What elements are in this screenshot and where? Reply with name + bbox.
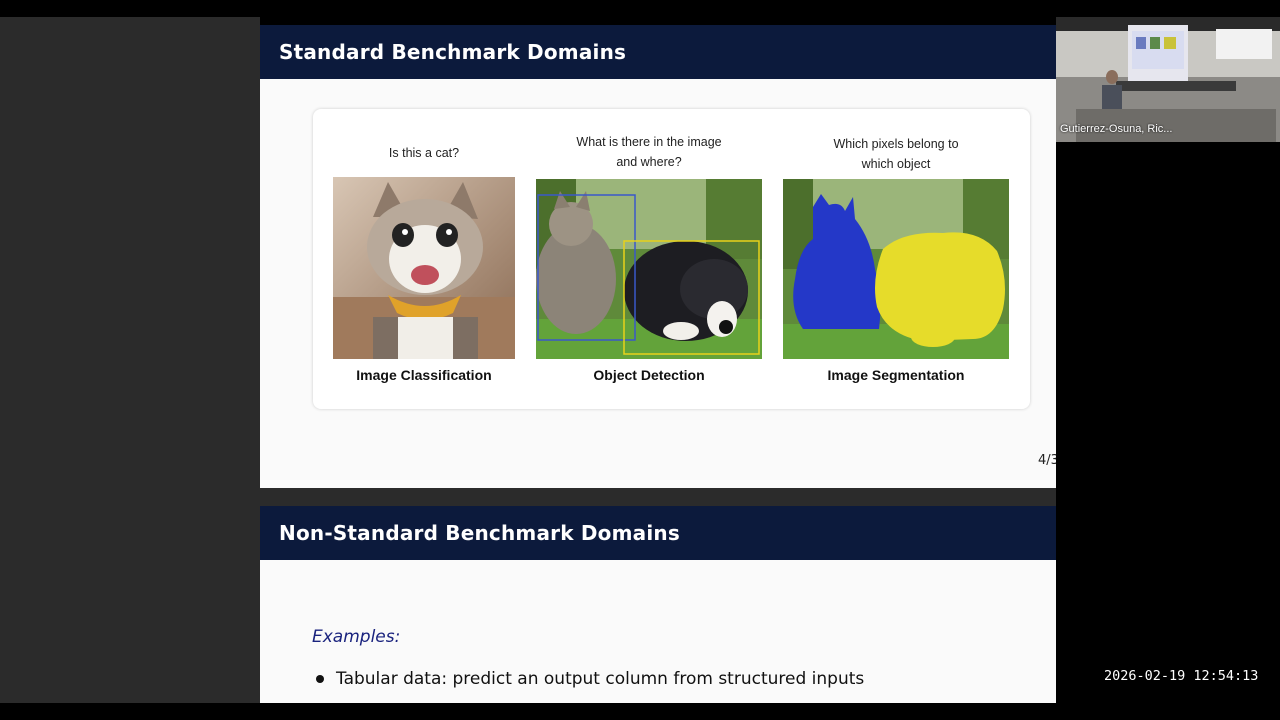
slide-page-number: 4/3 xyxy=(1038,453,1056,468)
benchmark-figure: Is this a cat? Image Classification What… xyxy=(313,109,1030,409)
participant-name: Gutierrez-Osuna, Ric... xyxy=(1060,123,1173,135)
bottom-black-bar xyxy=(0,703,1280,720)
classification-question: Is this a cat? xyxy=(388,146,460,160)
segmentation-label: Image Segmentation xyxy=(827,367,965,383)
bullet-text: Tabular data: predict an output column f… xyxy=(336,669,865,689)
recording-timestamp: 2026-02-19 12:54:13 xyxy=(1104,668,1259,684)
bullet-dot-icon xyxy=(316,675,324,683)
slide-standard-benchmarks: Standard Benchmark Domains Is this a cat… xyxy=(260,25,1056,488)
cat-dog-segmentation-image xyxy=(783,179,1009,359)
cat-image xyxy=(333,177,515,359)
slide-gap xyxy=(260,488,1056,506)
examples-heading: Examples: xyxy=(312,627,401,647)
cat-dog-detection-image xyxy=(536,179,762,359)
bullet-item: Tabular data: predict an output column f… xyxy=(316,669,864,689)
segmentation-question: Which pixels belong to which object xyxy=(833,137,959,171)
participant-video-tile[interactable]: Gutierrez-Osuna, Ric... xyxy=(1056,17,1280,142)
detection-label: Object Detection xyxy=(593,367,705,383)
left-gutter xyxy=(0,17,260,703)
top-black-bar xyxy=(0,0,1280,17)
slide-non-standard-benchmarks: Non-Standard Benchmark Domains Examples:… xyxy=(260,506,1056,703)
classification-label: Image Classification xyxy=(356,367,492,383)
slide-title: Standard Benchmark Domains xyxy=(260,25,1056,79)
slide-title: Non-Standard Benchmark Domains xyxy=(260,506,1056,560)
detection-question: What is there in the image and where? xyxy=(576,135,722,169)
